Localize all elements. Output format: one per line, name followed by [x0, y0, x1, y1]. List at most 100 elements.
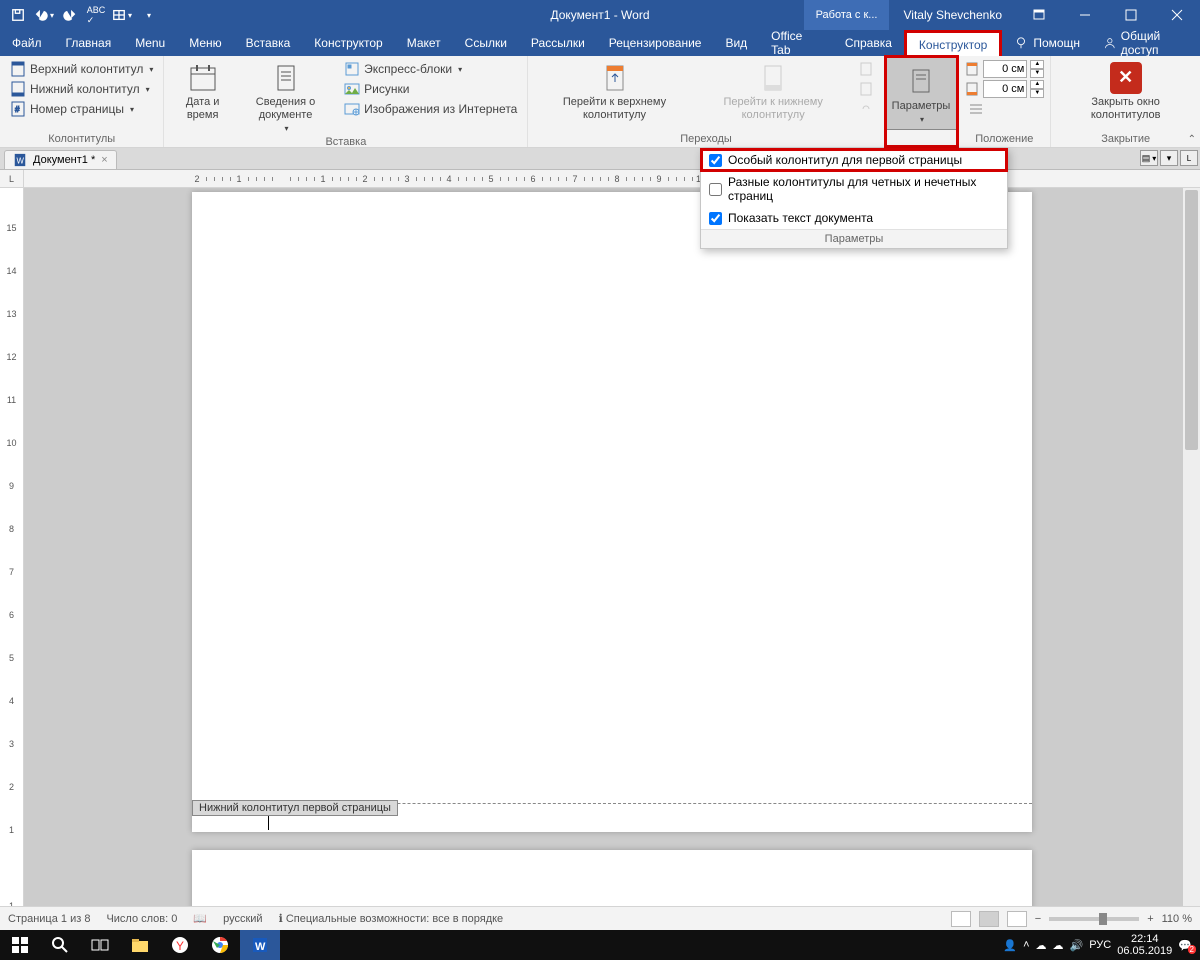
spin-up[interactable]: ▲ — [1030, 80, 1044, 89]
ruler-toggle-icon[interactable]: L — [1180, 150, 1198, 166]
insert-alignment-tab[interactable] — [964, 100, 1044, 118]
tab-view[interactable]: Вид — [713, 30, 759, 56]
spin-up[interactable]: ▲ — [1030, 60, 1044, 69]
tab-options-icon[interactable]: ▤▾ — [1140, 150, 1158, 166]
volume-icon[interactable]: 🔊 — [1070, 939, 1084, 952]
redo-icon[interactable] — [58, 3, 82, 27]
vertical-ruler[interactable]: 1514131211109876543211 — [0, 188, 24, 918]
scroll-thumb[interactable] — [1185, 190, 1198, 450]
tab-menu-ru[interactable]: Меню — [177, 30, 233, 56]
pictures-button[interactable]: Рисунки — [340, 80, 521, 98]
tab-references[interactable]: Ссылки — [453, 30, 519, 56]
print-layout-icon[interactable] — [979, 911, 999, 927]
person-icon — [1104, 36, 1116, 50]
search-icon[interactable] — [40, 930, 80, 960]
tab-design[interactable]: Конструктор — [302, 30, 394, 56]
tab-layout[interactable]: Макет — [395, 30, 453, 56]
collapse-ribbon-icon[interactable]: ⌃ — [1188, 134, 1196, 145]
notifications-icon[interactable]: 💬2 — [1178, 939, 1192, 952]
tab-review[interactable]: Рецензирование — [597, 30, 714, 56]
save-icon[interactable] — [6, 3, 30, 27]
ribbon-options-icon[interactable] — [1016, 0, 1062, 30]
group-label: Колонтитулы — [6, 131, 157, 147]
footer-button[interactable]: Нижний колонтитул▾ — [6, 80, 157, 98]
tab-list-icon[interactable]: ▾ — [1160, 150, 1178, 166]
zoom-slider[interactable] — [1049, 917, 1139, 921]
qat-more-icon[interactable]: ▾ — [136, 3, 160, 27]
different-odd-even-checkbox[interactable]: Разные колонтитулы для четных и нечетных… — [701, 171, 1007, 207]
read-mode-icon[interactable] — [951, 911, 971, 927]
link-previous-button — [854, 100, 878, 118]
tab-menu-en[interactable]: Menu — [123, 30, 177, 56]
zoom-in-icon[interactable]: + — [1147, 913, 1153, 925]
tab-help[interactable]: Справка — [833, 30, 904, 56]
proofing-icon[interactable]: 📖 — [193, 912, 207, 925]
ruler-row: L 2112345678910111213141516 — [0, 170, 1200, 188]
ribbon-group-headers-footers: Верхний колонтитул▾ Нижний колонтитул▾ #… — [0, 56, 164, 147]
footer-tag: Нижний колонтитул первой страницы — [192, 800, 398, 816]
online-pictures-button[interactable]: Изображения из Интернета — [340, 100, 521, 118]
show-document-text-checkbox[interactable]: Показать текст документа — [701, 207, 1007, 229]
zoom-level[interactable]: 110 % — [1162, 913, 1192, 925]
page-indicator[interactable]: Страница 1 из 8 — [8, 913, 90, 925]
undo-icon[interactable]: ▾ — [32, 3, 56, 27]
vertical-scrollbar[interactable]: ▲ ▼ — [1182, 188, 1200, 918]
document-canvas[interactable]: Нижний колонтитул первой страницы — [24, 188, 1182, 918]
windows-taskbar: Y W 👤 ˄ ☁ ☁ 🔊 РУС 22:1406.05.2019 💬2 — [0, 930, 1200, 960]
tab-insert[interactable]: Вставка — [234, 30, 303, 56]
table-icon[interactable]: ▾ — [110, 3, 134, 27]
maximize-icon[interactable] — [1108, 0, 1154, 30]
tell-me[interactable]: Помощн — [1002, 30, 1092, 56]
tab-selector[interactable]: L — [0, 170, 24, 187]
close-tab-icon[interactable]: × — [101, 154, 107, 166]
quick-parts-button[interactable]: Экспресс-блоки▾ — [340, 60, 521, 78]
document-tabs: W Документ1 *× ▤▾ ▾ L — [0, 148, 1200, 170]
goto-header-button[interactable]: Перейти к верхнему колонтитулу — [534, 58, 694, 122]
accessibility-indicator[interactable]: ℹ Специальные возможности: все в порядке — [279, 912, 504, 925]
chrome-icon[interactable] — [200, 930, 240, 960]
spin-down[interactable]: ▼ — [1030, 69, 1044, 78]
different-first-page-checkbox[interactable]: Особый колонтитул для первой страницы — [701, 149, 1007, 171]
header-button[interactable]: Верхний колонтитул▾ — [6, 60, 157, 78]
spellcheck-icon[interactable]: ABC✓ — [84, 3, 108, 27]
yandex-icon[interactable]: Y — [160, 930, 200, 960]
date-time-button[interactable]: Дата и время — [170, 58, 234, 122]
tab-home[interactable]: Главная — [54, 30, 124, 56]
word-count[interactable]: Число слов: 0 — [106, 913, 177, 925]
people-icon[interactable]: 👤 — [1003, 939, 1017, 952]
doc-info-button[interactable]: Сведения о документе▾ — [235, 58, 336, 134]
header-from-top-spin[interactable]: ▲▼ — [964, 60, 1044, 78]
tab-officetab[interactable]: Office Tab — [759, 30, 833, 56]
options-dropdown-button[interactable]: Параметры▾ — [885, 56, 958, 130]
horizontal-ruler[interactable]: 2112345678910111213141516 — [24, 170, 1200, 187]
clock[interactable]: 22:1406.05.2019 — [1117, 933, 1172, 957]
tab-header-footer-design[interactable]: Конструктор — [904, 30, 1002, 56]
explorer-icon[interactable] — [120, 930, 160, 960]
bulb-icon — [1014, 36, 1028, 50]
document-tab[interactable]: W Документ1 *× — [4, 150, 117, 169]
onedrive-icon[interactable]: ☁ — [1036, 939, 1047, 952]
minimize-icon[interactable] — [1062, 0, 1108, 30]
user-name[interactable]: Vitaly Shevchenko — [889, 0, 1016, 30]
next-section-button — [854, 80, 878, 98]
footer-from-bottom-spin[interactable]: ▲▼ — [964, 80, 1044, 98]
onedrive2-icon[interactable]: ☁ — [1053, 939, 1064, 952]
page-number-button[interactable]: #Номер страницы▾ — [6, 100, 157, 118]
group-label: Положение — [964, 131, 1044, 147]
spin-down[interactable]: ▼ — [1030, 89, 1044, 98]
language-indicator[interactable]: русский — [223, 913, 262, 925]
tab-file[interactable]: Файл — [0, 30, 54, 56]
start-button[interactable] — [0, 930, 40, 960]
zoom-out-icon[interactable]: − — [1035, 913, 1041, 925]
close-header-footer-button[interactable]: ✕Закрыть окно колонтитулов — [1057, 58, 1194, 122]
language-tray[interactable]: РУС — [1089, 939, 1111, 951]
word-icon[interactable]: W — [240, 930, 280, 960]
task-view-icon[interactable] — [80, 930, 120, 960]
close-icon[interactable] — [1154, 0, 1200, 30]
tray-up-icon[interactable]: ˄ — [1023, 939, 1029, 951]
tab-mailings[interactable]: Рассылки — [519, 30, 597, 56]
web-layout-icon[interactable] — [1007, 911, 1027, 927]
contextual-tab[interactable]: Работа с к... — [804, 0, 890, 30]
ribbon-group-options: Параметры▾ Параметры — [885, 56, 959, 147]
share-button[interactable]: Общий доступ — [1092, 30, 1200, 56]
